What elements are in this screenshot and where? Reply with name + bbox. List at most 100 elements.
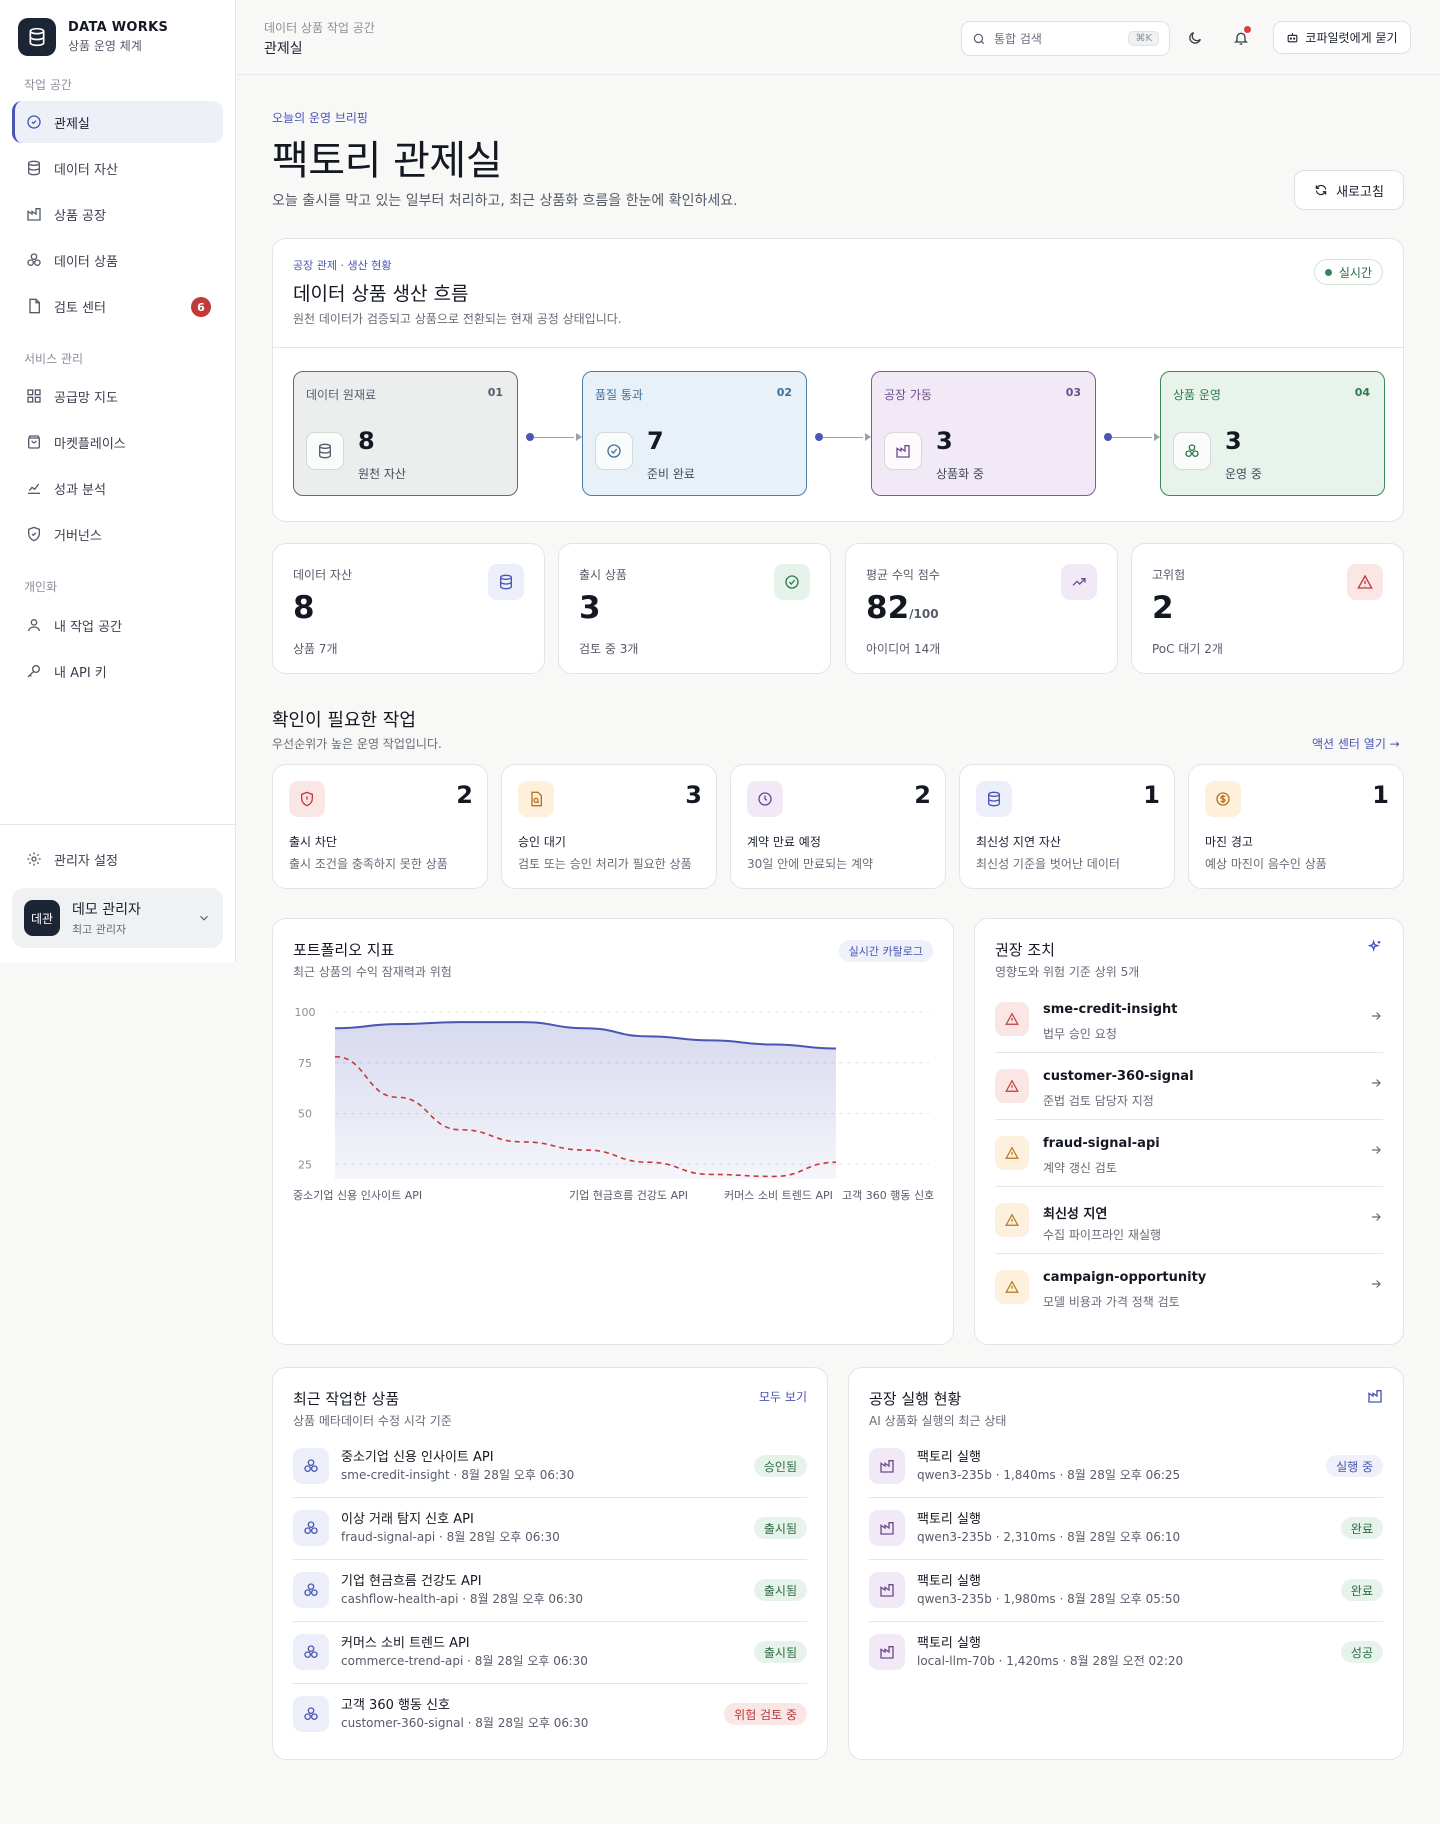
- series-area: [335, 1022, 836, 1179]
- recommendation-item[interactable]: 최신성 지연 수집 파이프라인 재실행: [995, 1188, 1383, 1254]
- sidebar-item-label: 공급망 지도: [54, 390, 118, 406]
- factory-run-row[interactable]: 팩토리 실행 qwen3-235b · 1,840ms · 8월 28일 오후 …: [869, 1436, 1383, 1498]
- kpi-value: 8: [293, 590, 315, 626]
- recent-products-card: 최근 작업한 상품 상품 메타데이터 수정 시각 기준 모두 보기 중소기업 신…: [272, 1367, 828, 1760]
- kpi-label: 출시 상품: [579, 568, 627, 582]
- action-card-pending-approval[interactable]: 3 승인 대기 검토 또는 승인 처리가 필요한 상품: [501, 764, 717, 889]
- x-tick-label: 고객 360 행동 신호: [842, 1189, 935, 1202]
- stage-label: 품질 통과: [595, 388, 643, 402]
- sidebar-item-label: 성과 분석: [54, 482, 106, 498]
- sidebar-item-data-assets[interactable]: 데이터 자산: [12, 147, 223, 189]
- alert-icon: [995, 1002, 1029, 1036]
- flow-subtitle: 원천 데이터가 검증되고 상품으로 전환되는 현재 공정 상태입니다.: [293, 312, 622, 326]
- theme-toggle-button[interactable]: [1183, 26, 1207, 50]
- cubes-icon: [293, 1448, 329, 1484]
- action-desc: 최신성 기준을 벗어난 데이터: [976, 857, 1120, 871]
- chevron-down-icon: [200, 915, 208, 921]
- recent-product-row[interactable]: 중소기업 신용 인사이트 API sme-credit-insight · 8월…: [293, 1436, 807, 1498]
- product-meta: cashflow-health-api · 8월 28일 오후 06:30: [341, 1592, 584, 1606]
- kpi-avg-revenue-score[interactable]: 평균 수익 점수 82/100 아이디어 14개: [845, 543, 1118, 674]
- sidebar-item-product-factory[interactable]: 상품 공장: [12, 193, 223, 235]
- recommendation-item[interactable]: sme-credit-insight 법무 승인 요청: [995, 987, 1383, 1053]
- action-desc: 검토 또는 승인 처리가 필요한 상품: [518, 857, 692, 871]
- stage-factory-running[interactable]: 공장 가동 03 3 상품화 중: [871, 371, 1096, 496]
- hero-eyebrow: 오늘의 운영 브리핑: [272, 111, 368, 125]
- kpi-high-risk[interactable]: 고위험 2 PoC 대기 2개: [1131, 543, 1404, 674]
- factory-run-row[interactable]: 팩토리 실행 qwen3-235b · 2,310ms · 8월 28일 오후 …: [869, 1498, 1383, 1560]
- stage-product-operation[interactable]: 상품 운영 04 3 운영 중: [1160, 371, 1385, 496]
- run-title: 팩토리 실행: [917, 1574, 981, 1589]
- status-badge: 위험 검토 중: [724, 1703, 807, 1725]
- factory-icon: [869, 1634, 905, 1670]
- status-badge: 승인됨: [753, 1455, 807, 1477]
- shop-icon: [28, 435, 40, 449]
- open-action-center-link[interactable]: 액션 센터 열기 →: [1312, 735, 1400, 752]
- notification-dot: [1244, 26, 1251, 33]
- action-card-launch-blocked[interactable]: 2 출시 차단 출시 조건을 충족하지 못한 상품: [272, 764, 488, 889]
- search-input[interactable]: 통합 검색 ⌘K: [961, 21, 1170, 56]
- copilot-button[interactable]: 코파일럿에게 묻기: [1273, 21, 1411, 54]
- recommendation-title: fraud-signal-api: [1043, 1136, 1160, 1151]
- recent-product-row[interactable]: 커머스 소비 트렌드 API commerce-trend-api · 8월 2…: [293, 1622, 807, 1684]
- sidebar-item-label: 내 작업 공간: [54, 619, 123, 635]
- x-tick-label: 커머스 소비 트렌드 API: [724, 1189, 833, 1202]
- stage-number: 01: [487, 386, 503, 399]
- factory-run-row[interactable]: 팩토리 실행 qwen3-235b · 1,980ms · 8월 28일 오후 …: [869, 1560, 1383, 1622]
- kpi-value: 3: [579, 590, 601, 626]
- sidebar-item-governance[interactable]: 거버넌스: [12, 513, 223, 555]
- action-card-margin-warning[interactable]: 1 마진 경고 예상 마진이 음수인 상품: [1188, 764, 1404, 889]
- sidebar-item-review-center[interactable]: 검토 센터 6: [12, 285, 223, 327]
- brand[interactable]: DATA WORKS 상품 운영 체계: [18, 18, 168, 56]
- sidebar-item-marketplace[interactable]: 마켓플레이스: [12, 421, 223, 463]
- refresh-button[interactable]: 새로고침: [1294, 170, 1404, 210]
- sidebar-divider: [0, 824, 236, 825]
- action-desc: 출시 조건을 충족하지 못한 상품: [289, 857, 448, 871]
- action-card-contract-expiring[interactable]: 2 계약 만료 예정 30일 안에 만료되는 계약: [730, 764, 946, 889]
- database-logo-icon: [18, 18, 56, 56]
- action-card-freshness-delay[interactable]: 1 최신성 지연 자산 최신성 기준을 벗어난 데이터: [959, 764, 1175, 889]
- sidebar-item-label: 관제실: [54, 116, 90, 132]
- brand-subtitle: 상품 운영 체계: [68, 39, 142, 53]
- search-icon: [973, 33, 985, 44]
- sidebar-item-data-products[interactable]: 데이터 상품: [12, 239, 223, 281]
- kpi-sub: 아이디어 14개: [866, 642, 941, 656]
- stage-quality-pass[interactable]: 품질 통과 02 7 준비 완료: [582, 371, 807, 496]
- sidebar-item-api-keys[interactable]: 내 API 키: [12, 650, 223, 692]
- action-count: 3: [685, 781, 702, 809]
- user-menu[interactable]: 데관 데모 관리자 최고 관리자: [12, 888, 223, 948]
- key-icon: [27, 665, 40, 678]
- notifications-button[interactable]: [1229, 26, 1253, 50]
- recommendation-item[interactable]: customer-360-signal 준법 검토 담당자 지정: [995, 1054, 1383, 1120]
- status-badge: 성공: [1340, 1641, 1383, 1663]
- live-catalog-chip[interactable]: 실시간 카탈로그: [838, 940, 933, 962]
- stage-number: 03: [1065, 386, 1081, 399]
- admin-settings-link[interactable]: 관리자 설정: [12, 838, 223, 880]
- recent-product-row[interactable]: 고객 360 행동 신호 customer-360-signal · 8월 28…: [293, 1684, 807, 1746]
- factory-icon: [869, 1510, 905, 1546]
- recommendation-item[interactable]: campaign-opportunity 모델 비용과 가격 정책 검토: [995, 1255, 1383, 1321]
- recommendation-title: customer-360-signal: [1043, 1069, 1194, 1084]
- stage-raw-data[interactable]: 데이터 원재료 01 8 원천 자산: [293, 371, 518, 496]
- sidebar-item-my-workspace[interactable]: 내 작업 공간: [12, 604, 223, 646]
- kpi-launched-products[interactable]: 출시 상품 3 검토 중 3개: [558, 543, 831, 674]
- product-name: 이상 거래 탐지 신호 API: [341, 1512, 474, 1527]
- cubes-icon: [293, 1696, 329, 1732]
- recent-product-row[interactable]: 기업 현금흐름 건강도 API cashflow-health-api · 8월…: [293, 1560, 807, 1622]
- recommendation-item[interactable]: fraud-signal-api 계약 갱신 검토: [995, 1121, 1383, 1187]
- stage-value: 7: [647, 427, 664, 455]
- alert-icon: [995, 1069, 1029, 1103]
- view-all-link[interactable]: 모두 보기: [759, 1388, 807, 1405]
- y-tick-label: 100: [295, 1006, 316, 1019]
- sidebar-item-control-room[interactable]: 관제실: [12, 101, 223, 143]
- sidebar-item-supply-map[interactable]: 공급망 지도: [12, 375, 223, 417]
- kpi-data-assets[interactable]: 데이터 자산 8 상품 7개: [272, 543, 545, 674]
- live-label: 실시간: [1338, 265, 1372, 280]
- recommendation-title: 최신성 지연: [1043, 1207, 1108, 1222]
- kpi-label: 평균 수익 점수: [866, 568, 940, 582]
- recommendation-desc: 수집 파이프라인 재실행: [1043, 1228, 1162, 1242]
- recent-product-row[interactable]: 이상 거래 탐지 신호 API fraud-signal-api · 8월 28…: [293, 1498, 807, 1560]
- recommendations-card: 권장 조치 영향도와 위험 기준 상위 5개 sme-credit-insigh…: [974, 918, 1404, 1345]
- factory-run-row[interactable]: 팩토리 실행 local-llm-70b · 1,420ms · 8월 28일 …: [869, 1622, 1383, 1684]
- product-name: 중소기업 신용 인사이트 API: [341, 1450, 494, 1465]
- sidebar-item-analytics[interactable]: 성과 분석: [12, 467, 223, 509]
